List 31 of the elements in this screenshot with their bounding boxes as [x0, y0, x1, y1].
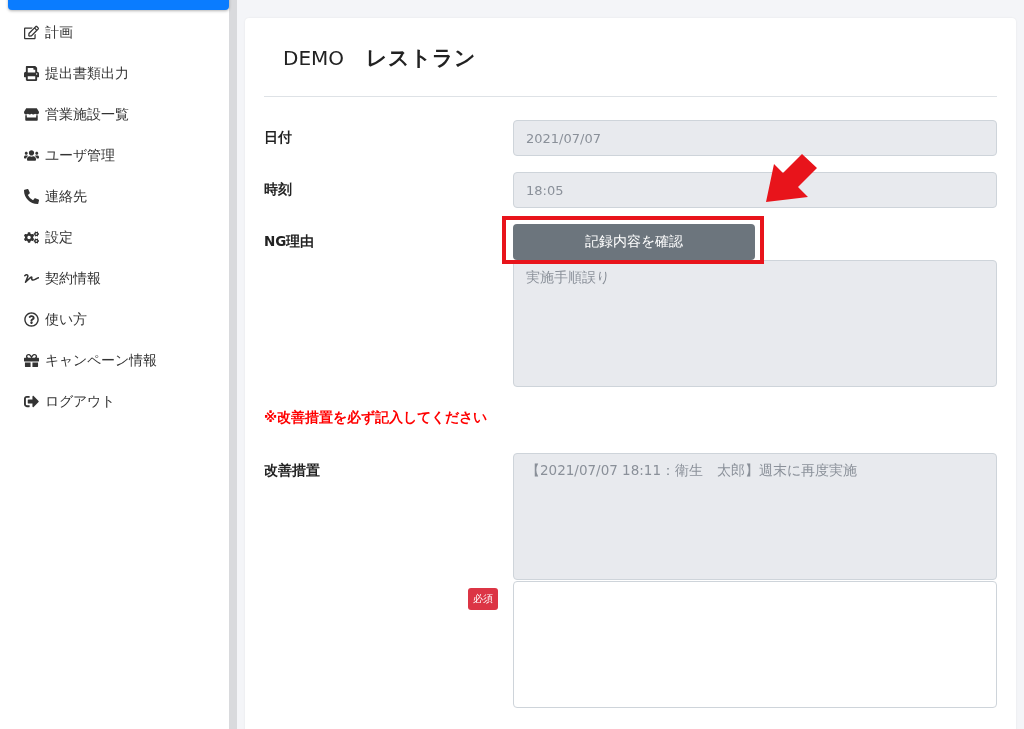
- company-name: DEMO: [283, 45, 345, 70]
- field-label: 日付: [264, 128, 293, 147]
- sidebar-item[interactable]: 使い方: [0, 299, 229, 340]
- phone-icon: [24, 189, 39, 204]
- sidebar-item[interactable]: 契約情報: [0, 258, 229, 299]
- sidebar-item[interactable]: 連絡先: [0, 176, 229, 217]
- sidebar-item[interactable]: ログアウト: [0, 381, 229, 422]
- sidebar-item[interactable]: キャンペーン情報: [0, 340, 229, 381]
- warning-text: ※改善措置を必ず記入してください: [264, 409, 489, 427]
- logout-icon: [24, 394, 39, 409]
- required-badge: 必須: [468, 588, 498, 610]
- sidebar-item[interactable]: 計画: [0, 12, 229, 53]
- arrow-icon: [766, 154, 818, 204]
- confirm-record-button[interactable]: 記録内容を確認: [513, 224, 755, 260]
- help-icon: [24, 312, 39, 327]
- field-label: NG理由: [264, 232, 316, 251]
- gift-icon: [24, 353, 39, 368]
- field-label: 時刻: [264, 180, 293, 199]
- store-icon: [24, 107, 39, 122]
- sidebar-item[interactable]: ユーザ管理: [0, 135, 229, 176]
- improvement-field[interactable]: [513, 581, 997, 708]
- sidebar-item[interactable]: 営業施設一覧: [0, 94, 229, 135]
- facility-name: レストラン: [366, 44, 477, 72]
- printer-icon: [24, 66, 39, 81]
- field-label: 改善措置: [264, 461, 321, 480]
- sidebar-item[interactable]: 提出書類出力: [0, 53, 229, 94]
- users-icon: [24, 148, 39, 163]
- signature-icon: [24, 271, 39, 286]
- sidebar-item[interactable]: 設定: [0, 217, 229, 258]
- edit-icon: [24, 25, 39, 40]
- gears-icon: [24, 230, 39, 245]
